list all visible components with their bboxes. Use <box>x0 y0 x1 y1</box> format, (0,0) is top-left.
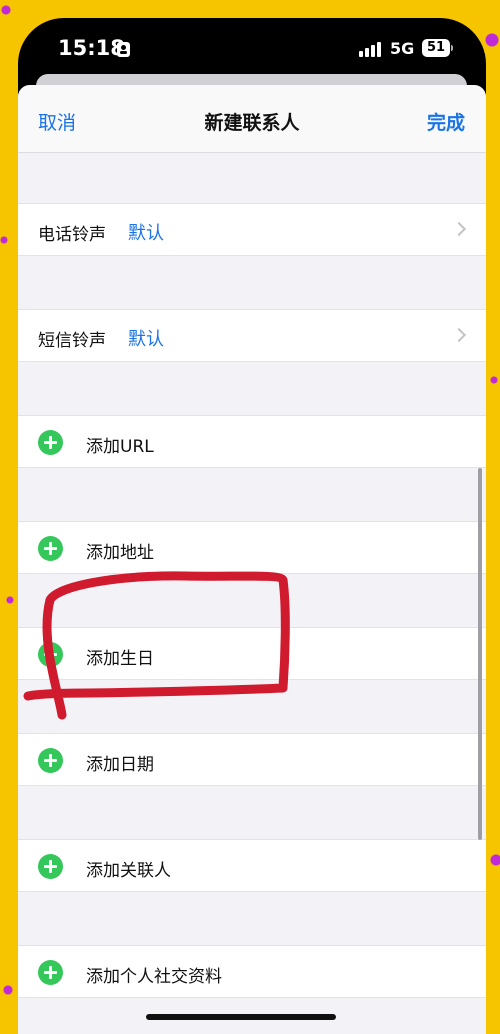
contact-card-icon <box>117 42 130 57</box>
chevron-right-icon <box>451 327 467 343</box>
add-url-label: 添加URL <box>86 437 154 457</box>
scrollbar[interactable] <box>478 468 482 840</box>
status-time: 15:18 <box>58 36 125 60</box>
add-related-name-row[interactable]: 添加关联人 <box>18 839 486 892</box>
add-related-name-label: 添加关联人 <box>86 861 171 881</box>
ringtone-label: 电话铃声 <box>38 225 106 245</box>
chevron-right-icon <box>451 221 467 237</box>
network-type: 5G <box>390 39 415 58</box>
text-tone-row[interactable]: 短信铃声 默认 <box>18 309 486 362</box>
add-icon[interactable] <box>38 960 63 985</box>
home-indicator <box>146 1014 336 1020</box>
signal-icon <box>359 41 383 57</box>
add-icon[interactable] <box>38 536 63 561</box>
add-address-row[interactable]: 添加地址 <box>18 521 486 574</box>
text-tone-label: 短信铃声 <box>38 331 106 351</box>
text-tone-value: 默认 <box>128 329 164 350</box>
ringtone-value: 默认 <box>128 223 164 244</box>
add-social-profile-row[interactable]: 添加个人社交资料 <box>18 945 486 998</box>
status-bar: 15:18 5G 51 <box>18 18 486 80</box>
phone-screen: 15:18 5G 51 取消 新建联系人 完成 电话铃声 默认 短信铃声 默认 <box>18 18 486 1034</box>
add-date-row[interactable]: 添加日期 <box>18 733 486 786</box>
add-social-profile-label: 添加个人社交资料 <box>86 967 222 987</box>
battery-tip <box>451 45 453 51</box>
add-icon[interactable] <box>38 642 63 667</box>
add-icon[interactable] <box>38 430 63 455</box>
add-birthday-row[interactable]: 添加生日 <box>18 627 486 680</box>
battery-icon: 51 <box>422 39 450 57</box>
add-icon[interactable] <box>38 854 63 879</box>
ringtone-row[interactable]: 电话铃声 默认 <box>18 203 486 256</box>
add-icon[interactable] <box>38 748 63 773</box>
add-url-row[interactable]: 添加URL <box>18 415 486 468</box>
done-button[interactable]: 完成 <box>427 108 465 135</box>
add-date-label: 添加日期 <box>86 755 154 775</box>
page-title: 新建联系人 <box>204 112 300 134</box>
nav-bar: 取消 新建联系人 完成 <box>18 85 486 153</box>
add-address-label: 添加地址 <box>86 543 154 563</box>
add-birthday-label: 添加生日 <box>86 649 154 669</box>
new-contact-sheet: 取消 新建联系人 完成 电话铃声 默认 短信铃声 默认 添加URL 添加地址 添… <box>18 85 486 1034</box>
